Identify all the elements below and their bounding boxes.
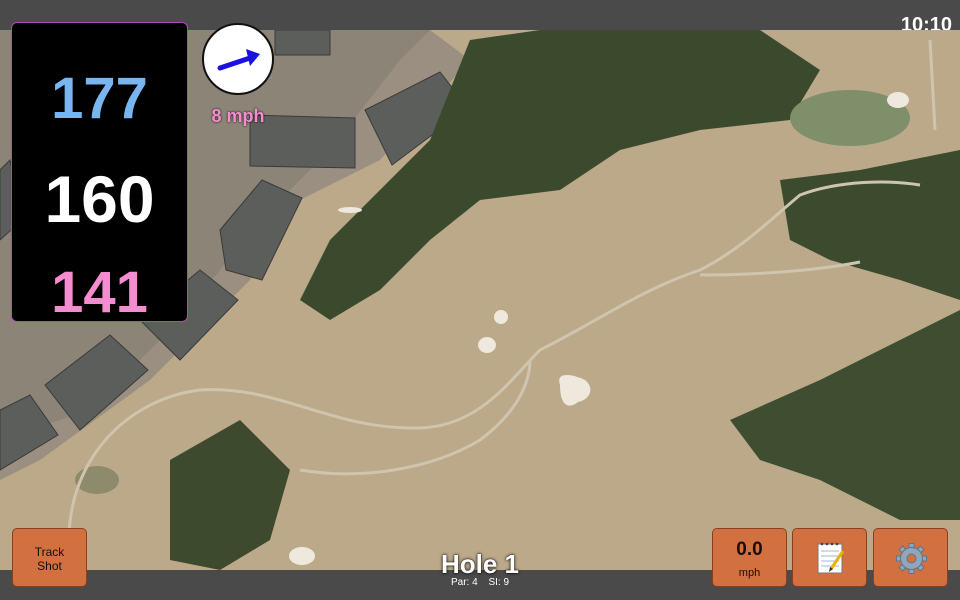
wind-speed: 8 mph xyxy=(211,106,265,126)
yardage-panel: 177 160 141 xyxy=(11,22,188,325)
back-yardage: 177 xyxy=(51,66,148,131)
track-shot-label-2: Shot xyxy=(37,559,62,573)
gear-icon xyxy=(896,543,927,574)
hole-si: SI: 9 xyxy=(488,577,510,588)
arrow-right-up-icon xyxy=(217,49,260,71)
hole-title: Hole 1 xyxy=(440,549,520,579)
hole-info: Par: 4 SI: 9 xyxy=(380,577,580,588)
middle-yardage: 160 xyxy=(44,162,155,236)
track-shot-button[interactable]: Track Shot xyxy=(12,528,87,587)
settings-button[interactable] xyxy=(873,528,948,587)
notepad-icon xyxy=(817,542,845,574)
wind-indicator xyxy=(202,23,274,95)
speed-unit: mph xyxy=(738,567,761,579)
notes-button[interactable] xyxy=(792,528,867,587)
track-shot-label-1: Track xyxy=(34,545,65,559)
hole-par: Par: 4 xyxy=(450,577,478,588)
front-yardage: 141 xyxy=(51,260,148,325)
speed-value: 0.0 xyxy=(736,539,763,560)
speed-button[interactable]: 0.0 mph xyxy=(712,528,787,587)
